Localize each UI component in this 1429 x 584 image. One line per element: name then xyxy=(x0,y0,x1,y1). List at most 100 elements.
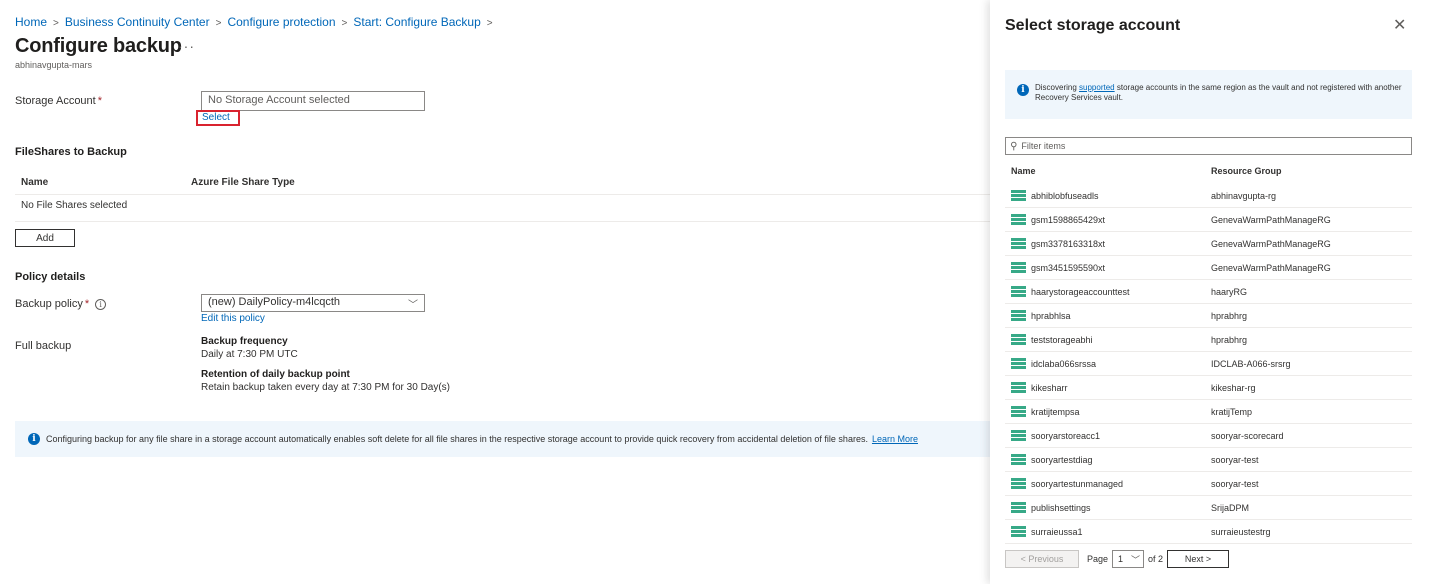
select-storage-account-panel: Select storage account ✕ i Discovering s… xyxy=(990,0,1429,584)
list-item[interactable]: surraieussa1 surraieustestrg xyxy=(1005,520,1412,544)
list-item[interactable]: hprabhlsa hprabhrg xyxy=(1005,304,1412,328)
resource-group-name: GenevaWarmPathManageRG xyxy=(1211,238,1331,249)
more-options-icon[interactable]: ··· xyxy=(178,38,195,54)
storage-account-icon xyxy=(1011,310,1026,321)
breadcrumb-separator: > xyxy=(53,18,59,29)
backup-policy-label-text: Backup policy xyxy=(15,298,83,310)
storage-account-name: sooryartestunmanaged xyxy=(1031,478,1124,489)
storage-account-name: kratijtempsa xyxy=(1031,406,1080,417)
list-item[interactable]: gsm1598865429xt GenevaWarmPathManageRG xyxy=(1005,208,1412,232)
info-icon: i xyxy=(28,433,40,445)
resource-group-name: kikeshar-rg xyxy=(1211,382,1256,393)
chevron-down-icon: ﹀ xyxy=(1131,555,1141,565)
storage-account-icon xyxy=(1011,262,1026,273)
storage-account-name: publishsettings xyxy=(1031,502,1091,513)
storage-account-icon xyxy=(1011,526,1026,537)
storage-account-icon xyxy=(1011,190,1026,201)
search-icon: ⚲ xyxy=(1010,140,1018,152)
resource-group-name: haaryRG xyxy=(1211,286,1248,297)
list-item[interactable]: kikesharr kikeshar-rg xyxy=(1005,376,1412,400)
edit-policy-link[interactable]: Edit this policy xyxy=(201,313,265,324)
storage-account-name: teststorageabhi xyxy=(1031,334,1093,345)
breadcrumb-separator: > xyxy=(341,18,348,29)
storage-account-icon xyxy=(1011,454,1026,465)
filter-items-input[interactable]: ⚲ Filter items xyxy=(1005,137,1412,155)
empty-fileshares-message: No File Shares selected xyxy=(21,200,128,211)
storage-account-input[interactable]: No Storage Account selected xyxy=(201,91,425,111)
list-item[interactable]: abhiblobfuseadls abhinavgupta-rg xyxy=(1005,184,1412,208)
page-number-dropdown[interactable]: 1 ﹀ xyxy=(1112,550,1145,568)
add-fileshare-button[interactable]: Add xyxy=(15,229,75,247)
breadcrumb-business-continuity-center[interactable]: Business Continuity Center xyxy=(65,15,210,29)
resource-group-name: IDCLAB-A066-srsrg xyxy=(1211,358,1291,369)
list-item-name-cell: gsm3451595590xt xyxy=(1005,262,1211,273)
backup-policy-label: Backup policy * i xyxy=(15,298,107,310)
info-icon: i xyxy=(1017,84,1029,96)
resource-group-name: hprabhrg xyxy=(1211,310,1248,321)
backup-policy-selected-value: (new) DailyPolicy-m4lcqcth xyxy=(208,296,341,308)
page-count-label: of 2 xyxy=(1148,554,1164,564)
panel-info-banner: i Discovering supported storage accounts… xyxy=(1005,70,1412,119)
list-item[interactable]: sooryartestdiag sooryar-test xyxy=(1005,448,1412,472)
storage-account-icon xyxy=(1011,478,1026,489)
list-item-name-cell: sooryartestdiag xyxy=(1005,454,1211,465)
storage-account-icon xyxy=(1011,406,1026,417)
learn-more-link[interactable]: Learn More xyxy=(872,434,918,444)
breadcrumb-home[interactable]: Home xyxy=(15,15,47,29)
main-content: Home > Business Continuity Center > Configur… xyxy=(0,0,990,584)
list-item[interactable]: sooryarstoreacc1 sooryar-scorecard xyxy=(1005,424,1412,448)
policy-section-title: Policy details xyxy=(15,271,86,283)
resource-group-name: hprabhrg xyxy=(1211,334,1248,345)
resource-group-name: sooryar-test xyxy=(1211,454,1259,465)
storage-account-label-text: Storage Account xyxy=(15,95,96,107)
list-item-name-cell: kratijtempsa xyxy=(1005,406,1211,417)
list-item[interactable]: publishsettings SrijaDPM xyxy=(1005,496,1412,520)
retention-title: Retention of daily backup point xyxy=(201,369,350,380)
list-item[interactable]: gsm3451595590xt GenevaWarmPathManageRG xyxy=(1005,256,1412,280)
storage-account-icon xyxy=(1011,286,1026,297)
storage-account-icon xyxy=(1011,214,1026,225)
storage-account-name: kikesharr xyxy=(1031,382,1068,393)
storage-account-icon xyxy=(1011,238,1026,249)
close-icon[interactable]: ✕ xyxy=(1393,15,1406,35)
storage-account-label: Storage Account * xyxy=(15,95,102,107)
storage-account-list: abhiblobfuseadls abhinavgupta-rg gsm159886… xyxy=(1005,184,1412,544)
list-item[interactable]: sooryartestunmanaged sooryar-test xyxy=(1005,472,1412,496)
list-item-name-cell: gsm1598865429xt xyxy=(1005,214,1211,225)
storage-account-name: gsm3451595590xt xyxy=(1031,262,1106,273)
required-mark: * xyxy=(84,298,90,310)
supported-link[interactable]: supported xyxy=(1079,83,1115,92)
storage-account-name: gsm1598865429xt xyxy=(1031,214,1106,225)
list-item[interactable]: haarystorageaccounttest haaryRG xyxy=(1005,280,1412,304)
storage-account-name: surraieussa1 xyxy=(1031,526,1083,537)
list-item[interactable]: idclaba066srssa IDCLAB-A066-srsrg xyxy=(1005,352,1412,376)
list-item-name-cell: gsm3378163318xt xyxy=(1005,238,1211,249)
list-item-name-cell: publishsettings xyxy=(1005,502,1211,513)
next-page-button[interactable]: Next > xyxy=(1167,550,1230,568)
panel-title: Select storage account xyxy=(1005,17,1181,34)
list-item[interactable]: teststorageabhi hprabhrg xyxy=(1005,328,1412,352)
list-item-name-cell: teststorageabhi xyxy=(1005,334,1211,345)
list-header-resource-group: Resource Group xyxy=(1211,166,1282,176)
chevron-down-icon: ﹀ xyxy=(408,300,418,311)
storage-account-name: sooryarstoreacc1 xyxy=(1031,430,1101,441)
list-item[interactable]: kratijtempsa kratijTemp xyxy=(1005,400,1412,424)
previous-page-button[interactable]: < Previous xyxy=(1005,550,1079,568)
breadcrumb-configure-protection[interactable]: Configure protection xyxy=(227,15,335,29)
storage-account-icon xyxy=(1011,382,1026,393)
list-header-name: Name xyxy=(1011,166,1036,176)
resource-group-name: sooryar-scorecard xyxy=(1211,430,1284,441)
list-item-name-cell: sooryartestunmanaged xyxy=(1005,478,1211,489)
storage-account-name: abhiblobfuseadls xyxy=(1031,190,1099,201)
backup-policy-dropdown[interactable]: (new) DailyPolicy-m4lcqcth ﹀ xyxy=(201,294,425,312)
list-item[interactable]: gsm3378163318xt GenevaWarmPathManageRG xyxy=(1005,232,1412,256)
column-header-name: Name xyxy=(21,177,49,188)
full-backup-label: Full backup xyxy=(15,340,72,352)
filter-placeholder: Filter items xyxy=(1021,141,1066,151)
breadcrumb-start-configure-backup[interactable]: Start: Configure Backup xyxy=(353,15,480,29)
table-divider xyxy=(15,194,990,195)
column-header-azure-file-share-type: Azure File Share Type xyxy=(191,177,295,188)
info-icon[interactable]: i xyxy=(95,298,107,310)
select-storage-account-link[interactable]: Select xyxy=(196,110,240,126)
resource-group-name: kratijTemp xyxy=(1211,406,1253,417)
